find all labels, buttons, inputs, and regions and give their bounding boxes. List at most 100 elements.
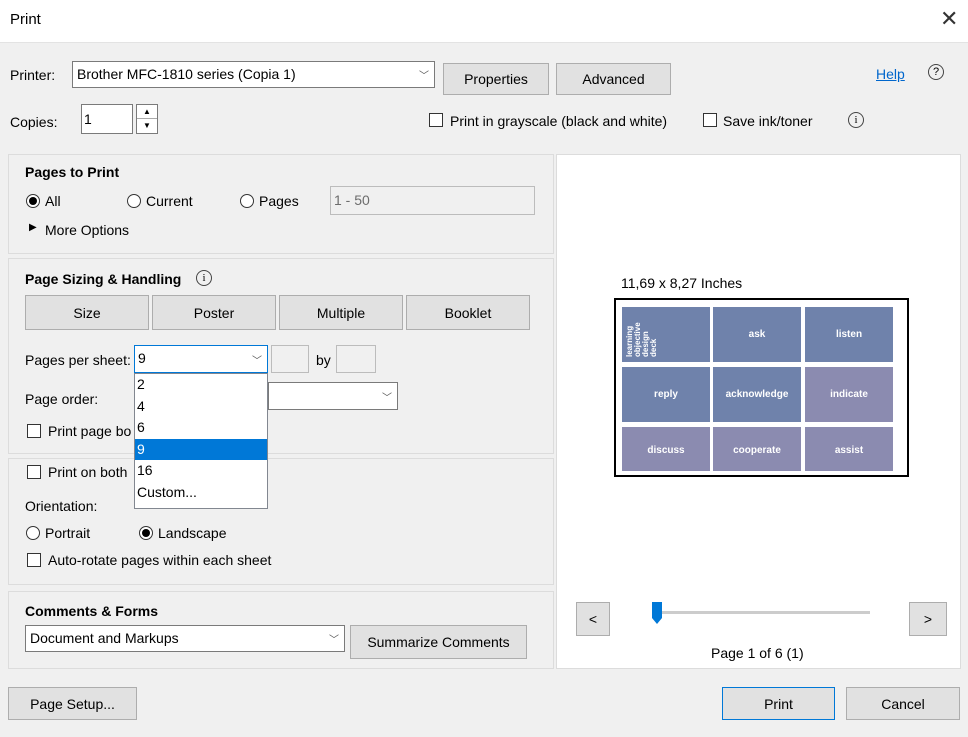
- rows-input[interactable]: [336, 345, 376, 373]
- help-link[interactable]: Help: [876, 66, 905, 82]
- grayscale-checkbox[interactable]: [429, 113, 443, 127]
- comments-forms-heading: Comments & Forms: [25, 603, 159, 619]
- dialog-title: Print: [10, 11, 41, 28]
- dropdown-option-2[interactable]: 2: [135, 374, 267, 396]
- pages-range-placeholder: 1 - 50: [334, 192, 370, 208]
- more-options-link[interactable]: More Options: [45, 222, 129, 238]
- title-bar: [0, 0, 968, 43]
- comments-forms-select[interactable]: Document and Markups ﹀: [25, 625, 345, 652]
- all-radio[interactable]: [26, 194, 40, 208]
- by-label: by: [316, 352, 331, 368]
- printer-label: Printer:: [10, 67, 56, 83]
- current-label: Current: [146, 193, 193, 209]
- dropdown-option-custom[interactable]: Custom...: [135, 482, 267, 504]
- save-ink-checkbox[interactable]: [703, 113, 717, 127]
- current-radio[interactable]: [127, 194, 141, 208]
- page-slider-thumb[interactable]: [652, 602, 662, 624]
- tile-word: indicate: [830, 389, 868, 400]
- chevron-down-icon: ﹀: [329, 635, 339, 646]
- stepper-up-icon[interactable]: ▲: [137, 105, 157, 119]
- auto-rotate-label: Auto-rotate pages within each sheet: [48, 552, 272, 568]
- tile-word: listen: [835, 329, 863, 340]
- pages-to-print-heading: Pages to Print: [25, 164, 120, 180]
- print-page-border-checkbox[interactable]: [27, 424, 41, 438]
- cover-title: learning objective design deck: [625, 317, 676, 357]
- page-order-select[interactable]: ﹀: [268, 382, 398, 410]
- dropdown-option-9[interactable]: 9: [135, 438, 267, 460]
- info-icon[interactable]: i: [196, 270, 212, 286]
- print-both-sides-label: Print on both: [48, 464, 128, 480]
- comments-forms-value: Document and Markups: [30, 630, 179, 646]
- orientation-label: Orientation:: [25, 498, 98, 514]
- print-button[interactable]: Print: [722, 687, 835, 720]
- pages-per-sheet-value: 9: [138, 350, 146, 366]
- cover-title-line: deck: [649, 338, 658, 357]
- chevron-down-icon: ﹀: [382, 392, 392, 404]
- pages-radio[interactable]: [240, 194, 254, 208]
- page-indicator: Page 1 of 6 (1): [711, 645, 804, 661]
- pages-per-sheet-select[interactable]: 9 ﹀: [134, 345, 268, 373]
- dropdown-option-16[interactable]: 16: [135, 460, 267, 482]
- columns-input[interactable]: [271, 345, 309, 373]
- tile-cooperate: cooperate: [713, 427, 801, 471]
- copies-input[interactable]: 1: [81, 104, 133, 134]
- tile-word: assist: [834, 445, 864, 456]
- tab-multiple[interactable]: Multiple: [279, 295, 403, 330]
- page-order-label: Page order:: [25, 391, 99, 407]
- pages-range-input[interactable]: 1 - 50: [330, 186, 535, 215]
- pages-per-sheet-label: Pages per sheet:: [25, 352, 131, 368]
- paper-size-label: 11,69 x 8,27 Inches: [621, 275, 743, 291]
- portrait-label: Portrait: [45, 525, 91, 541]
- dropdown-option-4[interactable]: 4: [135, 396, 267, 418]
- tile-listen: listen: [805, 307, 893, 362]
- printer-select-value: Brother MFC-1810 series (Copia 1): [77, 66, 296, 82]
- tile-word: ask: [748, 329, 766, 340]
- tile-word: acknowledge: [725, 389, 789, 400]
- next-page-button[interactable]: >: [909, 602, 947, 636]
- tile-word: cooperate: [733, 445, 781, 456]
- tile-ask: ask: [713, 307, 801, 362]
- tile-reply: reply: [622, 367, 710, 422]
- print-page-border-label: Print page bo: [48, 423, 132, 439]
- page-sizing-heading: Page Sizing & Handling: [25, 271, 182, 287]
- copies-value: 1: [84, 111, 92, 127]
- landscape-label: Landscape: [158, 525, 227, 541]
- tab-booklet[interactable]: Booklet: [406, 295, 530, 330]
- printer-select[interactable]: Brother MFC-1810 series (Copia 1) ﹀: [72, 61, 435, 88]
- page-setup-button[interactable]: Page Setup...: [8, 687, 137, 720]
- tile-indicate: indicate: [805, 367, 893, 422]
- preview-sheet: learning objective design deck ask liste…: [614, 298, 909, 477]
- tile-word: discuss: [647, 445, 685, 456]
- copies-stepper[interactable]: ▲ ▼: [136, 104, 158, 134]
- properties-button[interactable]: Properties: [443, 63, 549, 95]
- grayscale-label: Print in grayscale (black and white): [450, 113, 668, 129]
- auto-rotate-checkbox[interactable]: [27, 553, 41, 567]
- tab-size[interactable]: Size: [25, 295, 149, 330]
- expand-triangle-icon[interactable]: ▶: [29, 222, 37, 233]
- tile-discuss: discuss: [622, 427, 710, 471]
- all-label: All: [45, 193, 61, 209]
- tile-acknowledge: acknowledge: [713, 367, 801, 422]
- portrait-radio[interactable]: [26, 526, 40, 540]
- help-icon[interactable]: ?: [928, 64, 944, 80]
- tile-assist: assist: [805, 427, 893, 471]
- summarize-comments-button[interactable]: Summarize Comments: [350, 625, 527, 659]
- dropdown-option-6[interactable]: 6: [135, 417, 267, 439]
- page-slider-track[interactable]: [652, 611, 870, 614]
- prev-page-button[interactable]: <: [576, 602, 610, 636]
- advanced-button[interactable]: Advanced: [556, 63, 671, 95]
- close-icon[interactable]: ✕: [940, 6, 958, 32]
- cancel-button[interactable]: Cancel: [846, 687, 960, 720]
- save-ink-label: Save ink/toner: [723, 113, 813, 129]
- cover-tile: learning objective design deck: [622, 307, 710, 362]
- stepper-down-icon[interactable]: ▼: [137, 119, 157, 133]
- tab-poster[interactable]: Poster: [152, 295, 276, 330]
- info-icon[interactable]: i: [848, 112, 864, 128]
- print-both-sides-checkbox[interactable]: [27, 465, 41, 479]
- landscape-radio[interactable]: [139, 526, 153, 540]
- pages-per-sheet-dropdown[interactable]: 2 4 6 9 16 Custom...: [134, 373, 268, 509]
- pages-label: Pages: [259, 193, 299, 209]
- chevron-down-icon: ﹀: [419, 71, 429, 82]
- copies-label: Copies:: [10, 114, 58, 130]
- tile-word: reply: [654, 389, 678, 400]
